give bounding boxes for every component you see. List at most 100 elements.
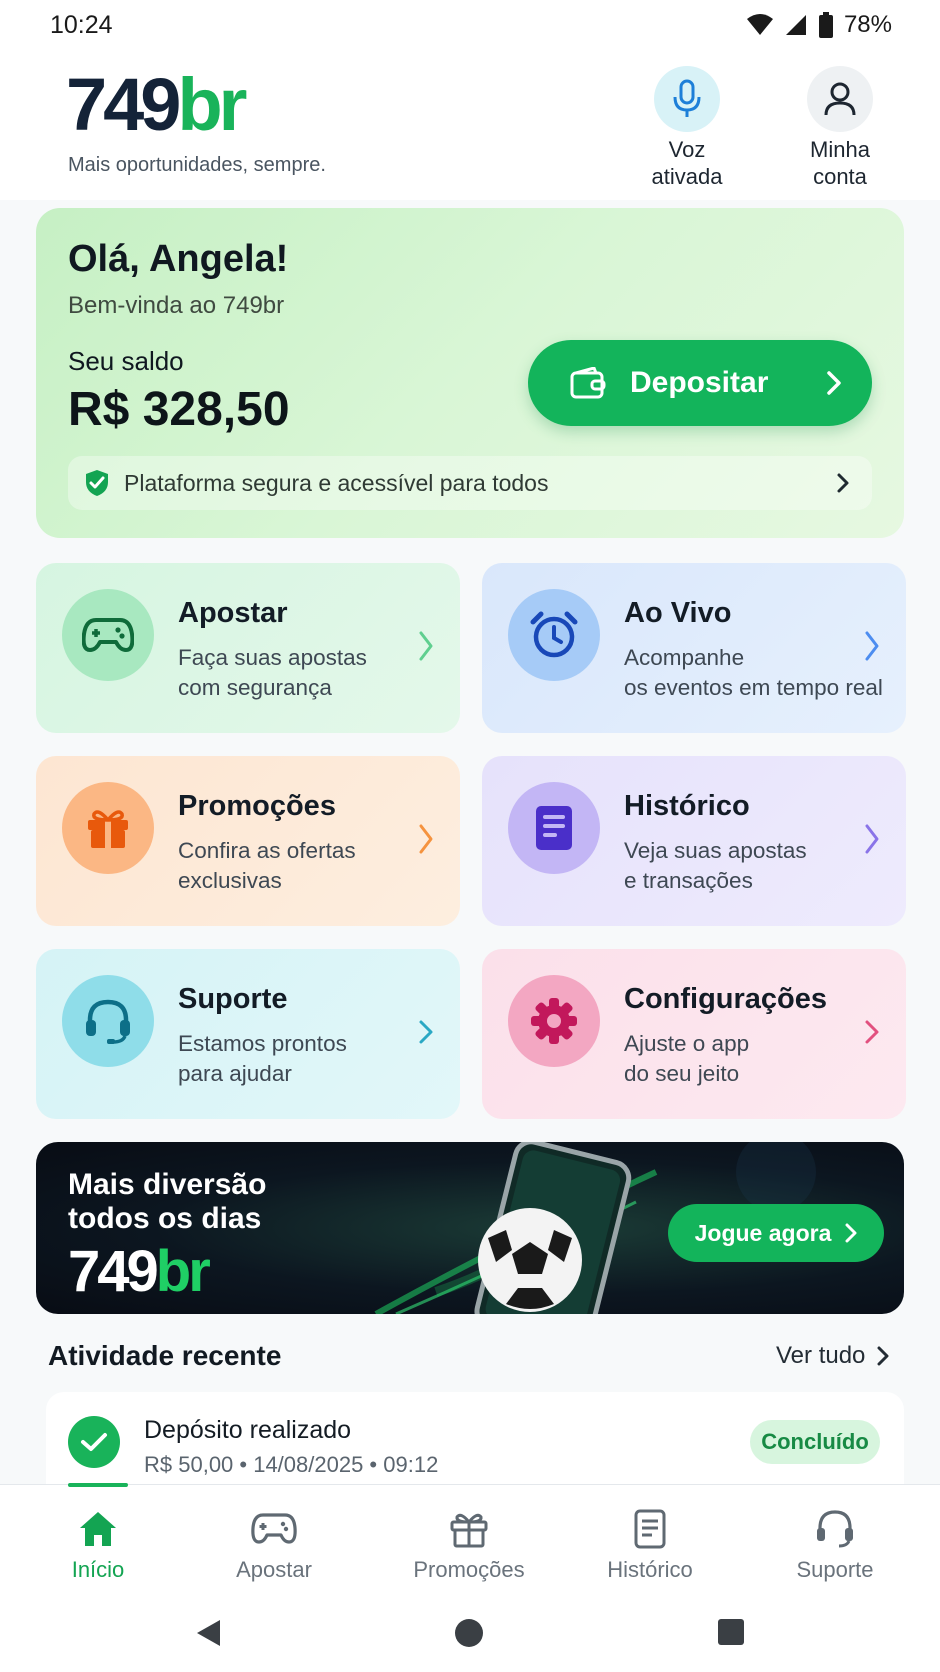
back-icon[interactable] — [194, 1618, 222, 1648]
voice-button[interactable]: Voz ativada — [632, 66, 742, 190]
balance-card: Olá, Angela! Bem-vinda ao 749br Seu sald… — [36, 208, 904, 538]
tile-historico[interactable]: Histórico Veja suas apostas e transações — [482, 756, 906, 926]
user-icon — [824, 82, 856, 116]
voice-label-1: Voz — [668, 137, 706, 162]
tile-subtitle-line: e transações — [624, 868, 753, 893]
check-circle-icon — [68, 1416, 120, 1468]
gamepad-icon — [251, 1513, 297, 1544]
tile-suporte[interactable]: Suporte Estamos prontos para ajudar — [36, 949, 460, 1119]
active-indicator — [68, 1483, 128, 1487]
greeting: Olá, Angela! — [68, 238, 289, 280]
tile-title: Configurações — [624, 983, 828, 1015]
gamepad-icon — [82, 618, 134, 652]
shield-check-icon — [86, 470, 108, 496]
voice-label-2: ativada — [651, 164, 723, 189]
banner-line-1: Mais diversão — [68, 1168, 267, 1201]
nav-item-suporte[interactable]: Suporte — [755, 1485, 915, 1595]
banner-logo-br: br — [155, 1239, 211, 1304]
tile-subtitle-line: Estamos prontos — [178, 1031, 347, 1056]
voice-button-circle[interactable] — [654, 66, 720, 132]
tile-title: Apostar — [178, 597, 288, 629]
account-label-2: conta — [813, 164, 867, 189]
balance-value: R$ 328,50 — [68, 383, 290, 436]
tile-subtitle-line: Acompanhe — [624, 645, 745, 670]
recents-icon[interactable] — [717, 1618, 745, 1646]
app-logo: 749br — [66, 68, 247, 142]
nav-label: Promoções — [413, 1557, 525, 1582]
nav-label: Início — [71, 1557, 125, 1582]
tile-subtitle-line: com segurança — [178, 675, 332, 700]
gift-icon — [450, 1513, 488, 1548]
status-bar: 10:24 78% — [0, 0, 940, 50]
account-button-circle[interactable] — [807, 66, 873, 132]
logo-number: 749 — [66, 63, 181, 146]
status-time: 10:24 — [50, 10, 113, 39]
chevron-right-icon — [827, 371, 841, 395]
tagline: Mais oportunidades, sempre. — [68, 154, 326, 176]
chevron-right-icon — [837, 473, 849, 493]
tile-ao-vivo[interactable]: Ao Vivo Acompanhe os eventos em tempo re… — [482, 563, 906, 733]
tile-subtitle-line: Veja suas apostas — [624, 838, 807, 863]
account-button[interactable]: Minha conta — [785, 66, 895, 190]
alarm-clock-icon — [530, 611, 578, 658]
tile-historico-icon-circle — [508, 782, 600, 874]
nav-item-inicio[interactable]: Início — [18, 1483, 178, 1595]
tile-configuracoes-icon-circle — [508, 975, 600, 1067]
microphone-icon — [673, 79, 701, 117]
chevron-right-icon — [865, 824, 879, 854]
tile-title: Histórico — [624, 790, 750, 822]
banner-logo-number: 749 — [68, 1239, 159, 1304]
tile-configuracoes[interactable]: Configurações Ajuste o app do seu jeito — [482, 949, 906, 1119]
headset-icon — [817, 1510, 853, 1548]
app-header: 749br Mais oportunidades, sempre. Voz at… — [0, 50, 940, 200]
tile-apostar-icon-circle — [62, 589, 154, 681]
chevron-right-icon — [865, 631, 879, 661]
tile-subtitle: Veja suas apostas e transações — [624, 836, 894, 896]
balance-label: Seu saldo — [68, 346, 184, 376]
deposit-button[interactable]: Depositar — [528, 340, 872, 426]
see-all-link[interactable]: Ver tudo — [776, 1342, 889, 1370]
deposit-label: Depositar — [630, 366, 769, 399]
nav-item-apostar[interactable]: Apostar — [194, 1485, 354, 1595]
promo-banner[interactable]: Mais diversão todos os dias 749br Jogue … — [36, 1142, 904, 1314]
wallet-icon — [570, 367, 606, 399]
tile-subtitle-line: Faça suas apostas — [178, 645, 367, 670]
secure-platform-row[interactable]: Plataforma segura e acessível para todos — [68, 456, 872, 510]
activity-item[interactable]: Depósito realizado R$ 50,00 • 14/08/2025… — [46, 1392, 904, 1492]
tile-apostar[interactable]: Apostar Faça suas apostas com segurança — [36, 563, 460, 733]
chevron-right-icon — [419, 824, 433, 854]
tile-title: Promoções — [178, 790, 336, 822]
tile-title: Ao Vivo — [624, 597, 732, 629]
tile-subtitle-line: para ajudar — [178, 1061, 292, 1086]
bottom-navigation: Início Apostar Promoções Histórico Supor… — [0, 1483, 940, 1595]
tile-suporte-icon-circle — [62, 975, 154, 1067]
play-now-label: Jogue agora — [694, 1219, 832, 1246]
status-icons: 78% — [746, 11, 892, 39]
recent-activity-title: Atividade recente — [48, 1340, 282, 1371]
tile-subtitle: Confira as ofertas exclusivas — [178, 836, 448, 896]
tile-subtitle: Acompanhe os eventos em tempo real — [624, 643, 904, 703]
chevron-right-icon — [877, 1346, 889, 1366]
nav-label: Suporte — [796, 1557, 874, 1582]
banner-line-2: todos os dias — [68, 1202, 262, 1235]
banner-logo: 749br — [68, 1238, 211, 1305]
nav-item-promocoes[interactable]: Promoções — [389, 1485, 549, 1595]
nav-label: Histórico — [607, 1557, 693, 1582]
battery-icon — [818, 12, 833, 38]
document-icon — [536, 806, 572, 850]
play-now-button[interactable]: Jogue agora — [668, 1204, 884, 1262]
home-circle-icon[interactable] — [454, 1618, 484, 1648]
chevron-right-icon — [419, 631, 433, 661]
gift-icon — [88, 810, 128, 848]
see-all-label: Ver tudo — [776, 1342, 866, 1369]
gear-icon — [531, 998, 577, 1044]
activity-detail: R$ 50,00 • 14/08/2025 • 09:12 — [144, 1452, 439, 1477]
tile-subtitle-line: Confira as ofertas — [178, 838, 356, 863]
nav-label: Apostar — [236, 1557, 312, 1582]
tile-promocoes[interactable]: Promoções Confira as ofertas exclusivas — [36, 756, 460, 926]
nav-item-historico[interactable]: Histórico — [570, 1485, 730, 1595]
tile-title: Suporte — [178, 983, 288, 1015]
secure-text: Plataforma segura e acessível para todos — [124, 469, 549, 496]
chevron-right-icon — [419, 1020, 433, 1044]
headset-icon — [86, 999, 130, 1044]
